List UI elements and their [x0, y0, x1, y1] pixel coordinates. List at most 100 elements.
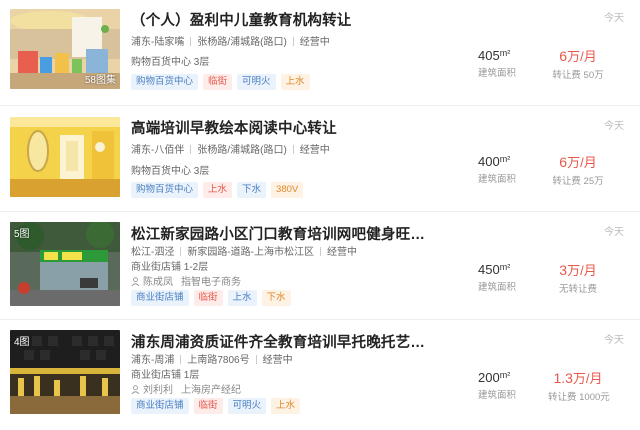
price-value: 1.3万/月 — [548, 368, 608, 387]
price-number: 6 — [559, 48, 568, 64]
person-icon — [131, 277, 140, 286]
agent-company: 上海房产经纪 — [181, 385, 241, 396]
district-label: 浦东-陆家嘴 — [131, 37, 185, 48]
status-label: 经营中 — [299, 37, 330, 48]
area-unit: m² — [499, 262, 511, 272]
price-block: 3万/月 无转让费 — [548, 260, 608, 295]
address-label: 张杨路/浦城路(路口) — [197, 145, 287, 156]
status-label: 经营中 — [262, 355, 293, 366]
area-number: 405 — [478, 48, 500, 63]
area-block: 400m² 建筑面积 — [478, 154, 538, 185]
tag: 上水 — [203, 182, 233, 198]
agent-info: 陈成凤 指智电子商务 — [131, 273, 241, 288]
price-value: 6万/月 — [548, 152, 608, 171]
listing-title[interactable]: 高端培训早教绘本阅读中心转让 — [131, 117, 431, 138]
listing-location: 浦东-八佰伴 张杨路/浦城路(路口) 经营中 — [131, 141, 330, 156]
post-date: 今天 — [604, 227, 624, 238]
tag: 380V — [271, 182, 304, 198]
address-label: 新家园路-道路-上海市松江区 — [187, 247, 315, 258]
price-block: 6万/月 转让费 25万 — [548, 152, 608, 187]
hallway-photo-image — [10, 117, 120, 197]
status-label: 经营中 — [327, 247, 358, 258]
area-unit: m² — [499, 48, 511, 58]
listing-card[interactable]: 高端培训早教绘本阅读中心转让 浦东-八佰伴 张杨路/浦城路(路口) 经营中 购物百货… — [0, 106, 640, 212]
tag: 可明火 — [227, 398, 267, 414]
district-label: 浦东-周浦 — [131, 355, 175, 366]
listing-title[interactable]: 松江新家园路小区门口教育培训网吧健身旺铺出租Y（... — [131, 223, 431, 244]
price-unit: 万/月 — [567, 49, 597, 64]
tag: 下水 — [237, 182, 267, 198]
tag: 购物百货中心 — [131, 182, 199, 198]
tag: 上水 — [271, 398, 301, 414]
agent-name[interactable]: 刘利利 — [143, 385, 173, 396]
agent-company: 指智电子商务 — [181, 277, 241, 288]
tag: 下水 — [261, 290, 291, 306]
area-number: 450 — [478, 262, 500, 277]
agent-info: 刘利利 上海房产经纪 — [131, 381, 241, 396]
price-value: 3万/月 — [548, 260, 608, 279]
price-number: 6 — [559, 154, 568, 170]
person-icon — [131, 385, 140, 394]
floor-info: 商业街店铺 1-2层 — [131, 262, 209, 273]
price-number: 3 — [559, 262, 568, 278]
listing-location: 松江-泗泾 新家园路-道路-上海市松江区 经营中 — [131, 243, 357, 258]
agent-name[interactable]: 陈成凤 — [143, 277, 173, 288]
listing-photo[interactable]: 58图集 — [10, 9, 120, 89]
listing-title[interactable]: （个人）盈利中儿童教育机构转让 — [131, 9, 431, 30]
area-block: 200m² 建筑面积 — [478, 370, 538, 401]
listing-photo[interactable]: 4图 — [10, 330, 120, 414]
area-number: 400 — [478, 154, 500, 169]
district-label: 松江-泗泾 — [131, 247, 175, 258]
divider — [292, 37, 294, 46]
tag: 上水 — [280, 74, 310, 90]
price-number: 1.3 — [553, 370, 573, 386]
listing-card[interactable]: 58图集 （个人）盈利中儿童教育机构转让 浦东-陆家嘴 张杨路/浦城路(路口) 经营… — [0, 0, 640, 106]
area-label: 建筑面积 — [478, 174, 517, 185]
transfer-fee-label: 无转让费 — [558, 284, 597, 295]
transfer-fee-label: 转让费 1000元 — [548, 392, 610, 403]
district-label: 浦东-八佰伴 — [131, 145, 185, 156]
divider — [292, 145, 294, 154]
listing-title[interactable]: 浦东周浦资质证件齐全教育培训早托晚托艺术类文化类... — [131, 331, 431, 352]
post-date: 今天 — [604, 13, 624, 24]
status-label: 经营中 — [299, 145, 330, 156]
area-value: 200m² — [478, 370, 538, 385]
tag-list: 商业街店铺 临街 可明火 上水 — [131, 398, 301, 414]
post-date: 今天 — [604, 335, 624, 346]
area-value: 405m² — [478, 48, 538, 63]
divider — [180, 355, 182, 364]
tag: 购物百货中心 — [131, 74, 199, 90]
listing-photo[interactable] — [10, 117, 120, 197]
post-date: 今天 — [604, 121, 624, 132]
price-value: 6万/月 — [548, 46, 608, 65]
price-unit: 万/月 — [567, 155, 597, 170]
area-block: 405m² 建筑面积 — [478, 48, 538, 79]
area-unit: m² — [499, 154, 511, 164]
tag: 商业街店铺 — [131, 290, 189, 306]
listing-card[interactable]: 5图 松江新家园路小区门口教育培训网吧健身旺铺出租Y（... 松江-泗泾 新家园路… — [0, 212, 640, 320]
price-unit: 万/月 — [572, 371, 603, 386]
tag: 临街 — [203, 74, 233, 90]
floor-info: 商业街店铺 1层 — [131, 370, 200, 381]
photo-count-label: 5图 — [14, 229, 30, 240]
area-unit: m² — [499, 370, 511, 380]
area-value: 400m² — [478, 154, 538, 169]
area-label: 建筑面积 — [478, 68, 517, 79]
tag: 可明火 — [237, 74, 276, 90]
listing-photo[interactable]: 5图 — [10, 222, 120, 306]
listing-card[interactable]: 4图 浦东周浦资质证件齐全教育培训早托晚托艺术类文化类... 浦东-周浦 上南路7… — [0, 320, 640, 430]
area-block: 450m² 建筑面积 — [478, 262, 538, 293]
tag: 上水 — [227, 290, 257, 306]
divider — [180, 247, 182, 256]
tag: 商业街店铺 — [131, 398, 189, 414]
listing-location: 浦东-周浦 上南路7806号 经营中 — [131, 351, 293, 366]
tag-list: 购物百货中心 临街 可明火 上水 — [131, 74, 310, 90]
price-block: 1.3万/月 转让费 1000元 — [548, 368, 610, 403]
area-label: 建筑面积 — [478, 390, 517, 401]
area-value: 450m² — [478, 262, 538, 277]
divider — [320, 247, 322, 256]
divider — [190, 145, 192, 154]
listing-location: 浦东-陆家嘴 张杨路/浦城路(路口) 经营中 — [131, 33, 330, 48]
transfer-fee-label: 转让费 50万 — [552, 70, 604, 81]
price-block: 6万/月 转让费 50万 — [548, 46, 608, 81]
